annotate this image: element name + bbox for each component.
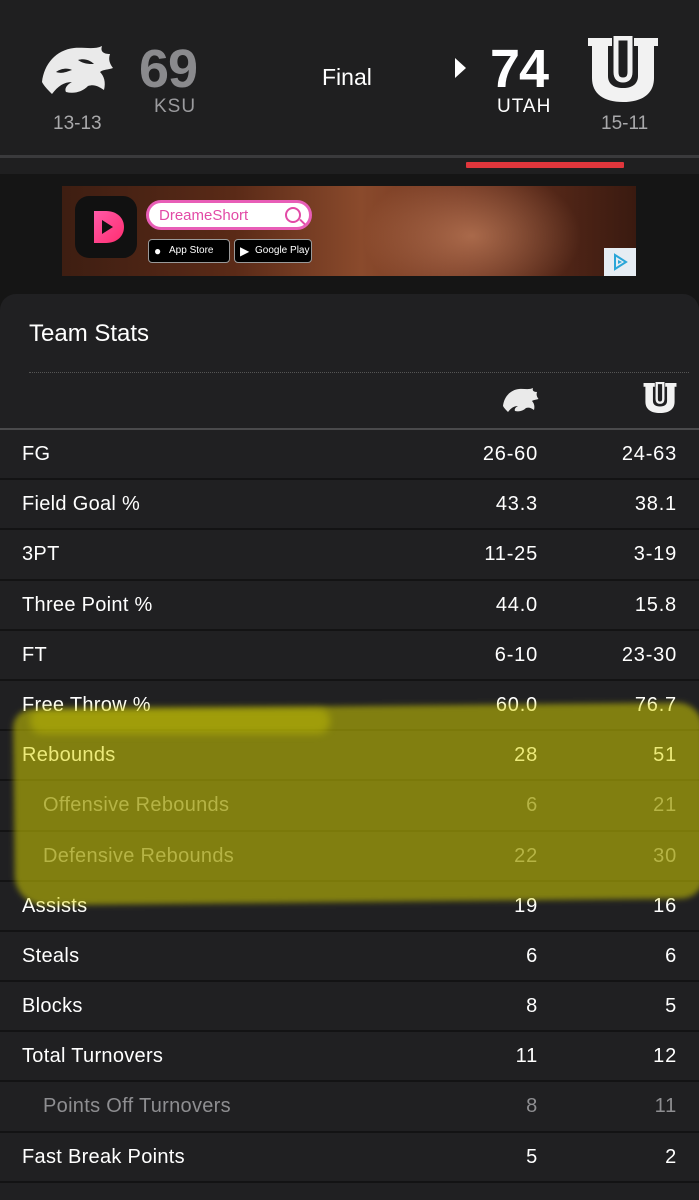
- stat-row: Assists 19 16: [0, 882, 699, 932]
- card-title: Team Stats: [29, 320, 150, 347]
- stat-value-utah: 30: [653, 844, 677, 867]
- stat-row: Steals 6 6: [0, 932, 699, 983]
- stat-value-utah: 21: [653, 794, 677, 817]
- stat-label: Steals: [22, 944, 80, 967]
- ad-background-image: [362, 186, 582, 276]
- stat-value-ksu: 11-25: [484, 543, 538, 566]
- team-stats-card: Team Stats FG 26-60 24-63 Field Goal % 43.3 3…: [0, 294, 699, 1200]
- stat-row: Fast Break Points 5 2: [0, 1133, 699, 1183]
- stat-row: FT 6-10 23-30: [0, 631, 699, 681]
- ad-banner[interactable]: DreameShort ● App Store ▶ Google Play: [62, 186, 636, 276]
- ad-app-icon[interactable]: [75, 196, 137, 258]
- stat-value-utah: 16: [653, 894, 677, 917]
- google-play-label: Google Play: [255, 245, 310, 256]
- stat-value-utah: 51: [653, 744, 677, 767]
- ad-search-text: DreameShort: [159, 207, 249, 224]
- stat-label: Fast Break Points: [22, 1145, 185, 1168]
- ad-search-box[interactable]: DreameShort: [146, 200, 312, 230]
- play-icon: ▶: [240, 244, 250, 258]
- stat-value-ksu: 5: [526, 1145, 538, 1168]
- google-play-badge[interactable]: ▶ Google Play: [234, 239, 312, 263]
- stat-value-ksu: 8: [526, 995, 538, 1018]
- search-icon: [285, 207, 301, 223]
- utah-column-logo-icon: [643, 382, 677, 414]
- adchoices-triangle-icon: [614, 253, 628, 271]
- stat-label: Offensive Rebounds: [43, 794, 230, 817]
- away-record: 13-13: [53, 113, 102, 134]
- stat-value-utah: 5: [665, 995, 677, 1018]
- away-score: 69: [139, 39, 198, 99]
- stat-value-utah: 24-63: [621, 443, 677, 465]
- stat-value-utah: 11: [654, 1095, 677, 1118]
- stat-value-ksu: 8: [526, 1095, 538, 1118]
- stat-row: Offensive Rebounds 6 21: [0, 781, 699, 832]
- stat-label: Rebounds: [22, 744, 116, 767]
- apple-icon: ●: [154, 244, 162, 258]
- stat-label: Defensive Rebounds: [43, 844, 235, 867]
- stat-value-utah: 3-19: [633, 543, 677, 566]
- stat-row: Field Goal % 43.3 38.1: [0, 480, 699, 531]
- stat-label: FG: [22, 443, 51, 465]
- stat-row: Defensive Rebounds 22 30: [0, 832, 699, 882]
- stat-label: Total Turnovers: [22, 1045, 164, 1068]
- stat-value-utah: 76.7: [634, 693, 677, 716]
- stat-value-ksu: 6: [526, 794, 538, 817]
- stat-label: Blocks: [22, 995, 83, 1018]
- stat-label: Free Throw %: [22, 693, 151, 716]
- home-score: 74: [490, 39, 549, 99]
- stat-label: Three Point %: [22, 593, 153, 616]
- stat-value-ksu: 11: [515, 1045, 538, 1068]
- stat-value-utah: 6: [665, 944, 677, 967]
- wildcat-column-logo-icon: [503, 388, 539, 412]
- stat-value-ksu: 6-10: [494, 643, 538, 666]
- stat-label: 3PT: [22, 543, 60, 566]
- stats-table: FG 26-60 24-63 Field Goal % 43.3 38.1 3PT 11-25…: [0, 430, 699, 1183]
- stat-label: Field Goal %: [22, 493, 141, 516]
- stat-row: Three Point % 44.0 15.8: [0, 581, 699, 631]
- stat-value-ksu: 60.0: [495, 693, 538, 716]
- stat-value-utah: 23-30: [621, 643, 677, 666]
- stat-value-utah: 38.1: [634, 493, 677, 516]
- stat-value-ksu: 22: [514, 844, 538, 867]
- stat-value-ksu: 19: [514, 894, 538, 917]
- title-divider: [29, 372, 689, 373]
- stat-label: Points Off Turnovers: [43, 1095, 231, 1118]
- home-team-abbr: UTAH: [497, 96, 552, 117]
- home-record: 15-11: [601, 113, 649, 134]
- away-team-abbr: KSU: [154, 96, 197, 117]
- winner-arrow-icon: [455, 58, 466, 78]
- stat-value-ksu: 28: [514, 744, 538, 767]
- stat-row: 3PT 11-25 3-19: [0, 530, 699, 581]
- wildcat-logo-icon[interactable]: [38, 42, 114, 98]
- stat-label: FT: [22, 643, 48, 666]
- stat-value-utah: 12: [653, 1045, 677, 1068]
- stat-row: Free Throw % 60.0 76.7: [0, 681, 699, 732]
- stat-row: FG 26-60 24-63: [0, 430, 699, 481]
- dreameshort-logo-icon: [94, 211, 124, 243]
- stat-row: Points Off Turnovers 8 11: [0, 1082, 699, 1133]
- stat-row: Blocks 8 5: [0, 982, 699, 1033]
- scoreboard-header: 13-13 69 KSU Final 74 UTAH 15-11: [0, 0, 699, 157]
- stat-row: Rebounds 28 51: [0, 731, 699, 782]
- ad-choices-icon[interactable]: [604, 248, 636, 276]
- stat-value-ksu: 6: [526, 944, 538, 967]
- app-store-label: App Store: [169, 245, 214, 256]
- app-store-badge[interactable]: ● App Store: [148, 239, 230, 263]
- active-team-indicator: [466, 162, 624, 168]
- stat-value-utah: 2: [665, 1145, 677, 1168]
- stat-value-ksu: 43.3: [495, 493, 538, 516]
- stat-row: Total Turnovers 11 12: [0, 1032, 699, 1083]
- stat-value-utah: 15.8: [634, 593, 677, 616]
- stat-value-ksu: 44.0: [495, 593, 538, 616]
- game-status: Final: [322, 64, 372, 90]
- stat-label: Assists: [22, 894, 88, 917]
- stat-value-ksu: 26-60: [482, 443, 538, 465]
- utah-u-logo-icon[interactable]: [586, 36, 660, 104]
